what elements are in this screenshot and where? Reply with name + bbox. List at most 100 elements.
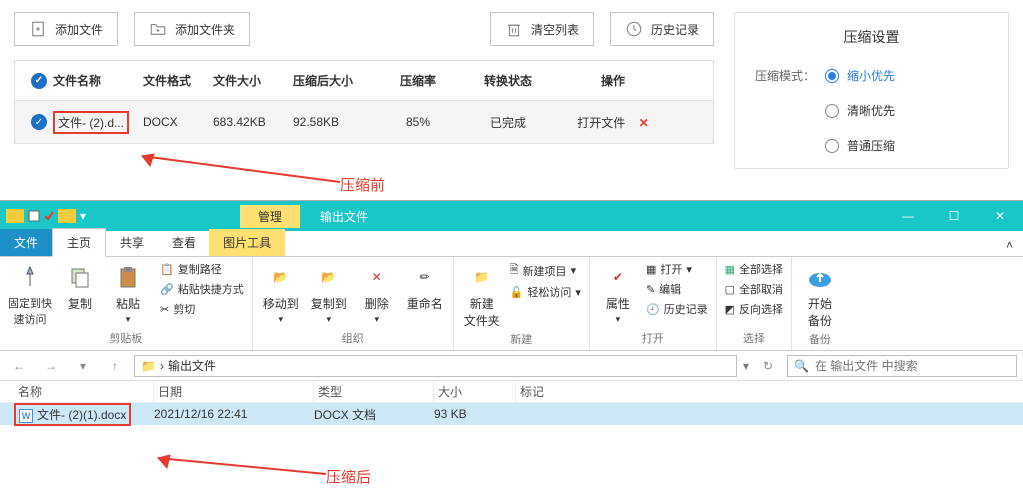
selectall-button[interactable]: ▦全部选择: [725, 261, 783, 277]
history-button[interactable]: 历史记录: [610, 12, 714, 46]
history-label: 历史记录: [651, 21, 699, 38]
newfolder-icon: 📁: [466, 261, 498, 293]
refresh-icon[interactable]: ↻: [755, 355, 781, 377]
rename-button[interactable]: ✏重命名: [405, 261, 445, 328]
radio-small-label: 缩小优先: [847, 67, 895, 84]
search-icon: 🔍: [794, 359, 809, 373]
add-folder-button[interactable]: 添加文件夹: [134, 12, 250, 46]
open-file-link[interactable]: 打开文件: [577, 116, 625, 130]
newitem-button[interactable]: 🗎新建项目 ▾: [510, 261, 581, 280]
group-select: 选择: [725, 328, 783, 348]
backup-button[interactable]: 开始 备份: [800, 261, 840, 329]
radio-clear-label: 清晰优先: [847, 102, 895, 119]
th-csize: 压缩后大小: [293, 72, 383, 89]
newfolder-button[interactable]: 📁新建 文件夹: [462, 261, 502, 329]
col-size[interactable]: 大小: [434, 381, 516, 402]
annotation-after: 压缩后: [326, 466, 371, 487]
folder-plus-icon: [149, 20, 167, 38]
explorer-titlebar[interactable]: ▾ 管理 输出文件 ― ☐ ✕: [0, 201, 1023, 231]
maximize-button[interactable]: ☐: [931, 201, 977, 231]
group-organize: 组织: [261, 328, 445, 348]
file-name-highlight: 文件- (2).d...: [53, 111, 129, 134]
th-format: 文件格式: [143, 72, 213, 89]
radio-normal-label: 普通压缩: [847, 137, 895, 154]
invert-icon: ◩: [725, 303, 735, 316]
search-box[interactable]: 🔍: [787, 355, 1017, 377]
cell-status: 已完成: [453, 114, 563, 131]
history2-button[interactable]: 🕘历史记录: [646, 301, 708, 317]
address-bar: ← → ▾ ↑ 📁 › 输出文件 ▾ ↻ 🔍: [0, 351, 1023, 381]
path-box[interactable]: 📁 › 输出文件: [134, 355, 737, 377]
folder-icon: 📁: [141, 359, 156, 373]
moveto-icon: 📂: [265, 261, 297, 293]
add-file-button[interactable]: 添加文件: [14, 12, 118, 46]
output-file-highlight: W文件- (2)(1).docx: [14, 403, 131, 426]
clear-list-button[interactable]: 清空列表: [490, 12, 594, 46]
properties-button[interactable]: ✔属性▾: [598, 261, 638, 328]
nav-back[interactable]: ←: [6, 355, 32, 377]
th-name: 文件名称: [53, 72, 143, 89]
easyaccess-button[interactable]: 🔓轻松访问 ▾: [510, 284, 581, 300]
check-all[interactable]: ✓: [31, 73, 47, 89]
nav-recent[interactable]: ▾: [70, 355, 96, 377]
file-plus-icon: [29, 20, 47, 38]
group-open: 打开: [598, 328, 708, 348]
open-button[interactable]: ▦打开 ▾: [646, 261, 708, 277]
file-row[interactable]: W文件- (2)(1).docx 2021/12/16 22:41 DOCX 文…: [0, 403, 1023, 425]
paste-shortcut-button[interactable]: 🔗粘贴快捷方式: [160, 281, 244, 297]
delete-row-icon[interactable]: ✕: [639, 116, 649, 130]
radio-clear-first[interactable]: 清晰优先: [825, 102, 895, 119]
table-row[interactable]: ✓ 文件- (2).d... DOCX 683.42KB 92.58KB 85%…: [14, 100, 714, 144]
ribbon-collapse-icon[interactable]: ˄: [996, 234, 1023, 256]
col-name[interactable]: 名称: [14, 381, 154, 402]
pin-icon: [14, 261, 46, 293]
th-status: 转换状态: [453, 72, 563, 89]
cut-button[interactable]: ✂剪切: [160, 301, 244, 317]
tab-share[interactable]: 共享: [106, 229, 158, 256]
check-icon: [44, 210, 54, 222]
nav-fwd[interactable]: →: [38, 355, 64, 377]
file-columns: 名称 日期 类型 大小 标记: [0, 381, 1023, 403]
radio-small-first[interactable]: 缩小优先: [825, 67, 895, 84]
row-check[interactable]: ✓: [31, 114, 47, 130]
group-new: 新建: [462, 329, 581, 349]
delete-button[interactable]: ✕删除▾: [357, 261, 397, 328]
trash-icon: [505, 20, 523, 38]
file-explorer-window: ▾ 管理 输出文件 ― ☐ ✕ 文件 主页 共享 查看 图片工具 ˄ 固定到快 …: [0, 200, 1023, 425]
paste-button[interactable]: 粘贴 ▾: [108, 261, 148, 328]
add-folder-label: 添加文件夹: [175, 21, 235, 38]
tab-file[interactable]: 文件: [0, 229, 52, 256]
open-icon: ▦: [646, 263, 656, 276]
settings-title: 压缩设置: [755, 27, 988, 47]
tab-home[interactable]: 主页: [52, 228, 106, 257]
table-header: ✓ 文件名称 文件格式 文件大小 压缩后大小 压缩率 转换状态 操作: [14, 60, 714, 100]
dropdown-icon[interactable]: [28, 210, 40, 222]
folder-icon: [58, 209, 76, 223]
edit-button[interactable]: ✎编辑: [646, 281, 708, 297]
selectnone-button[interactable]: ▢全部取消: [725, 281, 783, 297]
moveto-button[interactable]: 📂移动到▾: [261, 261, 301, 328]
tab-view[interactable]: 查看: [158, 229, 210, 256]
th-rate: 压缩率: [383, 72, 453, 89]
close-button[interactable]: ✕: [977, 201, 1023, 231]
copy-icon: [64, 261, 96, 293]
tab-picture-tools[interactable]: 图片工具: [209, 229, 285, 256]
col-type[interactable]: 类型: [314, 381, 434, 402]
clear-list-label: 清空列表: [531, 21, 579, 38]
pin-button[interactable]: 固定到快 速访问: [8, 261, 52, 328]
ribbon: 固定到快 速访问 复制 粘贴 ▾ 📋复制路径 🔗粘贴快捷方式 ✂剪切 剪贴板: [0, 257, 1023, 351]
nav-up[interactable]: ↑: [102, 355, 128, 377]
manage-tab[interactable]: 管理: [240, 205, 300, 228]
delete-icon: ✕: [361, 261, 393, 293]
search-input[interactable]: [815, 359, 1010, 373]
copy-path-button[interactable]: 📋复制路径: [160, 261, 244, 277]
copyto-button[interactable]: 📂复制到▾: [309, 261, 349, 328]
scissors-icon: ✂: [160, 303, 169, 316]
invert-button[interactable]: ◩反向选择: [725, 301, 783, 317]
minimize-button[interactable]: ―: [885, 201, 931, 231]
copy-button[interactable]: 复制: [60, 261, 100, 328]
cell-size: 683.42KB: [213, 115, 293, 129]
radio-normal[interactable]: 普通压缩: [825, 137, 895, 154]
col-date[interactable]: 日期: [154, 381, 314, 402]
col-tag[interactable]: 标记: [516, 381, 596, 402]
